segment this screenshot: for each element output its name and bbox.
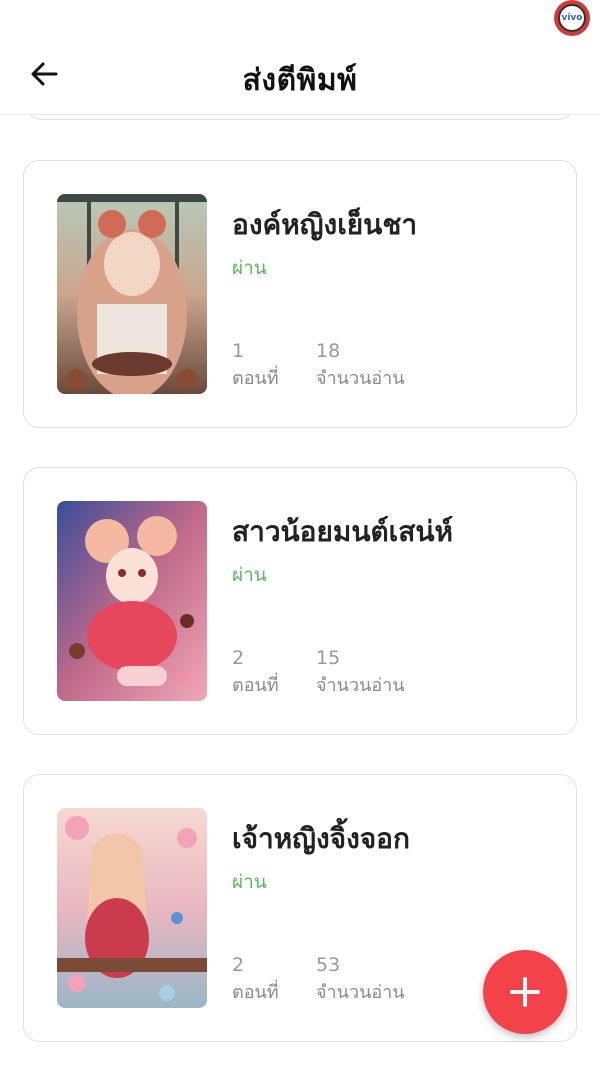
plus-icon bbox=[510, 977, 540, 1007]
read-count: 15 จำนวนอ่าน bbox=[316, 644, 405, 700]
read-number: 53 bbox=[316, 954, 341, 976]
episode-number: 2 bbox=[232, 954, 245, 976]
story-cover-image bbox=[57, 501, 207, 701]
story-cover-image bbox=[57, 194, 207, 394]
read-label: จำนวนอ่าน bbox=[316, 675, 405, 696]
story-card[interactable]: องค์หญิงเย็นชา ผ่าน 1 ตอนที่ 18 จำนวนอ่า… bbox=[23, 160, 577, 428]
read-label: จำนวนอ่าน bbox=[316, 982, 405, 1003]
episode-label: ตอนที่ bbox=[232, 368, 279, 389]
read-count: 53 จำนวนอ่าน bbox=[316, 951, 405, 1007]
episode-number: 2 bbox=[232, 647, 245, 669]
story-title: เจ้าหญิงจิ้งจอก bbox=[232, 822, 410, 855]
episode-count: 1 ตอนที่ bbox=[232, 337, 279, 393]
vivo-badge-label: vivo bbox=[558, 4, 586, 32]
episode-label: ตอนที่ bbox=[232, 675, 279, 696]
page-title: ส่งตีพิมพ์ bbox=[242, 63, 358, 98]
episode-count: 2 ตอนที่ bbox=[232, 951, 279, 1007]
vivo-badge: vivo bbox=[554, 0, 590, 36]
read-label: จำนวนอ่าน bbox=[316, 368, 405, 389]
story-status: ผ่าน bbox=[232, 871, 267, 893]
episode-label: ตอนที่ bbox=[232, 982, 279, 1003]
story-status: ผ่าน bbox=[232, 564, 267, 586]
episode-number: 1 bbox=[232, 340, 245, 362]
story-title: สาวน้อยมนต์เสน่ห์ bbox=[232, 515, 453, 548]
story-card[interactable]: สาวน้อยมนต์เสน่ห์ ผ่าน 2 ตอนที่ 15 จำนวน… bbox=[23, 467, 577, 735]
episode-count: 2 ตอนที่ bbox=[232, 644, 279, 700]
app-header: ส่งตีพิมพ์ vivo bbox=[0, 0, 600, 115]
add-story-button[interactable] bbox=[483, 950, 567, 1034]
read-count: 18 จำนวนอ่าน bbox=[316, 337, 405, 393]
read-number: 15 bbox=[316, 647, 341, 669]
story-status: ผ่าน bbox=[232, 257, 267, 279]
story-title: องค์หญิงเย็นชา bbox=[232, 208, 418, 241]
read-number: 18 bbox=[316, 340, 341, 362]
story-cover-image bbox=[57, 808, 207, 1008]
